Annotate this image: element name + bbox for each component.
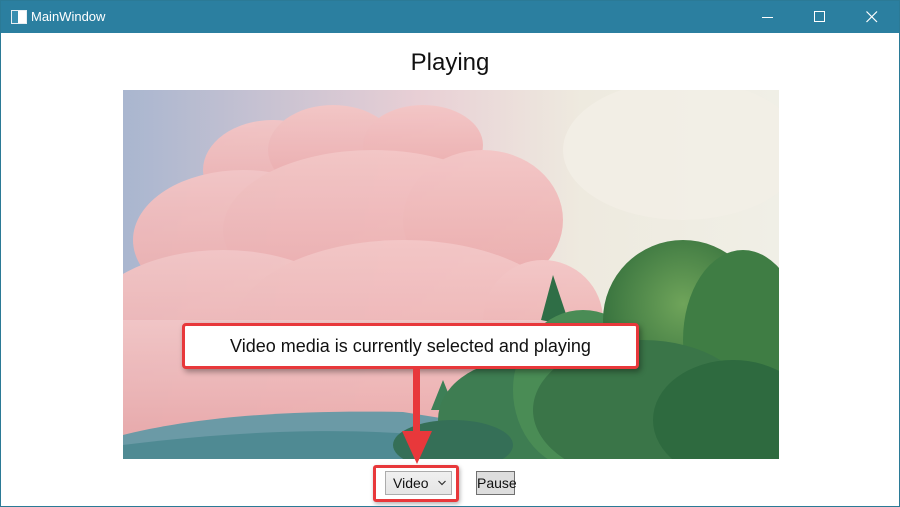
minimize-button[interactable] <box>745 1 791 33</box>
close-button[interactable] <box>849 1 895 33</box>
video-frame <box>123 90 779 459</box>
close-icon <box>866 11 878 23</box>
window-title: MainWindow <box>31 9 106 24</box>
media-type-selected-value: Video <box>393 475 429 491</box>
maximize-icon <box>814 11 825 22</box>
media-element[interactable] <box>123 90 779 459</box>
app-icon <box>11 10 27 24</box>
chevron-down-icon <box>438 480 446 486</box>
title-bar[interactable]: MainWindow <box>1 1 899 33</box>
annotation-arrow <box>402 369 432 464</box>
pause-button[interactable]: Pause <box>476 471 517 495</box>
playback-status-heading: Playing <box>410 49 490 76</box>
media-type-select[interactable]: Video <box>385 471 452 495</box>
annotation-callout: Video media is currently selected and pl… <box>182 323 639 369</box>
maximize-button[interactable] <box>797 1 843 33</box>
minimize-icon <box>762 17 773 18</box>
main-window: MainWindow Playing Video media is curren… <box>0 0 900 507</box>
